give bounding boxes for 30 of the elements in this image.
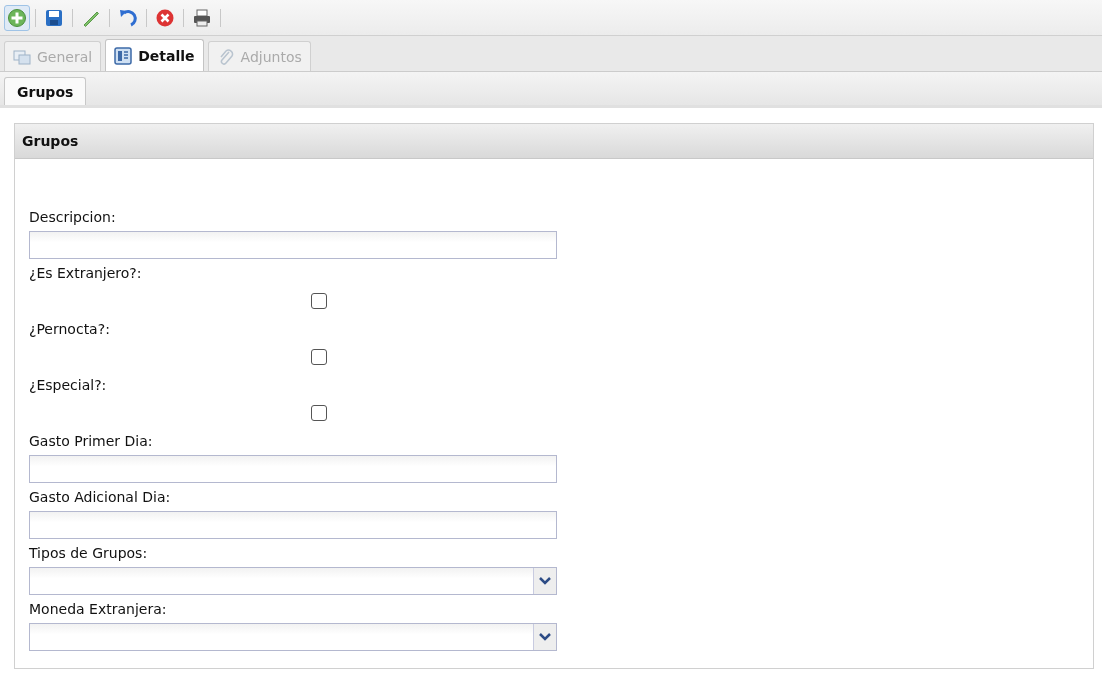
undo-icon — [118, 7, 138, 28]
field-label: Moneda Extranjera: — [29, 600, 168, 618]
checkbox[interactable] — [311, 293, 327, 309]
field-label: ¿Especial?: — [29, 376, 108, 394]
save-icon — [44, 7, 64, 28]
field-label: Descripcion: — [29, 208, 117, 226]
field-label: Gasto Adicional Dia: — [29, 488, 172, 506]
plus-icon — [7, 7, 27, 28]
dropdown-button[interactable] — [533, 624, 556, 650]
dropdown-button[interactable] — [533, 568, 556, 594]
chevron-down-icon — [539, 577, 551, 585]
delete-icon — [155, 7, 175, 28]
panel-title: Grupos — [15, 124, 1093, 159]
input-field[interactable] — [29, 231, 557, 259]
input-field[interactable] — [29, 455, 557, 483]
field-label: Gasto Primer Dia: — [29, 432, 154, 450]
checkbox[interactable] — [311, 349, 327, 365]
field-label: Tipos de Grupos: — [29, 544, 149, 562]
dropdown-field[interactable] — [29, 623, 557, 651]
dropdown-field[interactable] — [29, 567, 557, 595]
windows-icon — [13, 47, 31, 66]
form-icon — [114, 46, 133, 65]
chevron-down-icon — [539, 633, 551, 641]
tab[interactable]: Grupos — [4, 77, 87, 105]
input-field[interactable] — [29, 511, 557, 539]
printer-icon — [192, 7, 212, 28]
field-label: ¿Es Extranjero?: — [29, 264, 143, 282]
tab[interactable]: Detalle — [105, 39, 204, 71]
checkbox[interactable] — [311, 405, 327, 421]
field-label: ¿Pernocta?: — [29, 320, 111, 338]
